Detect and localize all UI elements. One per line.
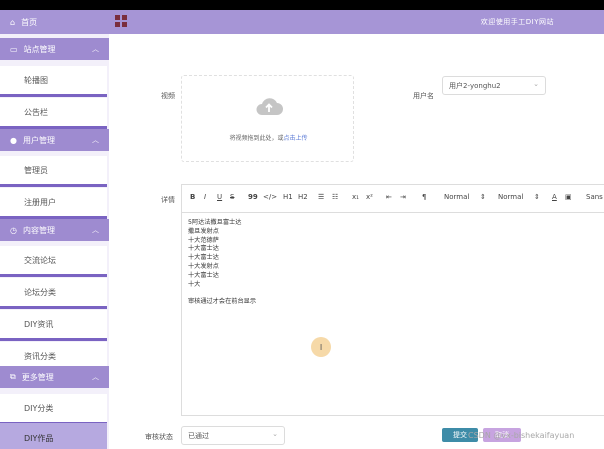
chevron-up-icon: ︿ <box>92 373 99 381</box>
sidebar-item-forum-category[interactable]: 论坛分类 <box>0 278 107 306</box>
chevron-down-icon: ⌄ <box>272 430 278 438</box>
superscript-button[interactable]: x² <box>366 193 373 201</box>
group-more[interactable]: ⧉ 更多管理 ︿ <box>0 366 109 388</box>
sidebar-item-carousel[interactable]: 轮播图 <box>0 66 107 94</box>
strike-button[interactable]: S <box>230 193 234 201</box>
group-content-label: 内容管理 <box>22 225 55 235</box>
sidebar-item-notice[interactable]: 公告栏 <box>0 98 107 126</box>
group-site[interactable]: ▭ 站点管理 ︿ <box>0 38 109 60</box>
chevron-down-icon: ⌄ <box>533 80 539 88</box>
editor-line: 5阿达法撒旦富士达 <box>188 219 242 226</box>
sidebar-item-label: 论坛分类 <box>24 287 56 297</box>
sidebar-item-label: 公告栏 <box>24 107 48 117</box>
sidebar-item-label: 轮播图 <box>24 75 48 85</box>
sidebar-item-diy-news[interactable]: DIY资讯 <box>0 310 107 338</box>
sidebar-item-label: 管理员 <box>24 165 48 175</box>
h2-button[interactable]: H2 <box>298 193 308 201</box>
editor-line: 十大 <box>188 280 201 288</box>
ordered-list-icon[interactable]: ☰ <box>318 193 324 201</box>
username-label: 用户名 <box>413 92 434 100</box>
username-value: 用户2-yonghu2 <box>449 81 501 90</box>
user-icon: ● <box>10 135 17 145</box>
editor-line: 十大富士达 <box>188 245 219 253</box>
video-upload-dropzone[interactable]: 将视频拖到此处，或点击上传 <box>181 75 354 162</box>
copy-icon: ⧉ <box>10 372 16 381</box>
status-value: 已通过 <box>188 431 209 440</box>
upload-hint-text: 将视频拖到此处，或 <box>229 135 284 142</box>
sidebar-item-diy-works[interactable]: DIY作品 <box>0 423 107 449</box>
upload-link[interactable]: 点击上传 <box>284 135 308 142</box>
editor-line: 十大富士达 <box>188 254 219 262</box>
quote-button[interactable]: 99 <box>248 193 258 201</box>
background-color-icon[interactable]: ▣ <box>565 193 572 201</box>
group-user[interactable]: ● 用户管理 ︿ <box>0 129 109 151</box>
sidebar-item-label: 交流论坛 <box>24 255 56 265</box>
sidebar-item-diy-category[interactable]: DIY分类 <box>0 394 107 422</box>
group-more-label: 更多管理 <box>21 372 54 382</box>
detail-label: 详情 <box>161 196 175 204</box>
group-user-label: 用户管理 <box>22 135 55 145</box>
video-label: 视频 <box>161 92 175 100</box>
sidebar-item-label: DIY作品 <box>24 433 54 443</box>
sidebar-item-label: DIY资讯 <box>24 319 54 329</box>
sidebar: ⌂ 首页 ▭ 站点管理 ︿ 轮播图 公告栏 ● 用户管理 ︿ 管理员 注册用户 … <box>0 10 109 449</box>
sidebar-item-label: 注册用户 <box>24 197 56 207</box>
upload-hint: 将视频拖到此处，或点击上传 <box>182 133 355 142</box>
clock-icon: ◷ <box>10 225 17 235</box>
editor-line: 撒旦发射点 <box>188 227 219 235</box>
username-select[interactable]: 用户2-yonghu2 ⌄ <box>442 76 546 95</box>
bullet-list-icon[interactable]: ☷ <box>332 193 338 201</box>
sidebar-item-label: 资讯分类 <box>24 351 56 361</box>
header-select[interactable]: Normal <box>498 193 523 201</box>
cloud-upload-icon <box>256 98 283 115</box>
nav-home[interactable]: ⌂ 首页 <box>0 10 109 34</box>
rich-text-editor[interactable]: B I U S 99 </> H1 H2 ☰ ☷ x₁ x² ⇤ ⇥ ¶ Nor… <box>181 184 604 416</box>
direction-button[interactable]: ¶ <box>422 193 426 201</box>
chevron-up-icon: ︿ <box>92 136 99 144</box>
home-icon: ⌂ <box>10 17 16 27</box>
outdent-icon[interactable]: ⇤ <box>386 193 392 201</box>
menu-grid-icon[interactable] <box>115 15 127 27</box>
sidebar-item-admin[interactable]: 管理员 <box>0 156 107 184</box>
header-chevron-icon: ⇕ <box>534 193 540 201</box>
chevron-up-icon: ︿ <box>92 226 99 234</box>
italic-button[interactable]: I <box>204 193 206 201</box>
group-content[interactable]: ◷ 内容管理 ︿ <box>0 219 109 241</box>
top-header: 欢迎使用手工DIY网站 <box>109 10 604 34</box>
chevron-up-icon: ︿ <box>92 45 99 53</box>
text-cursor-icon: I <box>311 337 331 357</box>
underline-button[interactable]: U <box>217 193 222 201</box>
sidebar-item-registered-users[interactable]: 注册用户 <box>0 188 107 216</box>
group-site-label: 站点管理 <box>23 44 56 54</box>
nav-home-label: 首页 <box>21 17 38 27</box>
h1-button[interactable]: H1 <box>283 193 293 201</box>
status-select[interactable]: 已通过 ⌄ <box>181 426 285 445</box>
status-label: 审核状态 <box>145 433 173 441</box>
code-button[interactable]: </> <box>263 193 277 201</box>
editor-content[interactable]: 5阿达法撒旦富士达 撒旦发射点 十大范德萨 十大富士达 十大富士达 十大发射点 十大富士达十… <box>188 219 256 307</box>
editor-toolbar: B I U S 99 </> H1 H2 ☰ ☷ x₁ x² ⇤ ⇥ ¶ Nor… <box>182 185 604 213</box>
size-chevron-icon: ⇕ <box>480 193 486 201</box>
indent-icon[interactable]: ⇥ <box>400 193 406 201</box>
bold-button[interactable]: B <box>190 193 195 201</box>
monitor-icon: ▭ <box>10 44 18 54</box>
subscript-button[interactable]: x₁ <box>352 193 359 201</box>
watermark: CSDN @vx-bishekaifayuan <box>468 431 575 440</box>
editor-line: 十大富士达 <box>188 271 219 279</box>
sidebar-item-forum[interactable]: 交流论坛 <box>0 246 107 274</box>
font-color-icon[interactable]: A <box>552 193 557 201</box>
editor-line: 审核通过才会在前台显示 <box>188 298 257 306</box>
sidebar-item-label: DIY分类 <box>24 403 54 413</box>
form-area: 视频 将视频拖到此处，或点击上传 用户名 用户2-yonghu2 ⌄ 详情 B … <box>109 34 604 449</box>
font-select[interactable]: Sans <box>586 193 603 201</box>
editor-line: 十大发射点 <box>188 262 219 270</box>
size-select[interactable]: Normal <box>444 193 469 201</box>
welcome-text: 欢迎使用手工DIY网站 <box>480 18 554 26</box>
